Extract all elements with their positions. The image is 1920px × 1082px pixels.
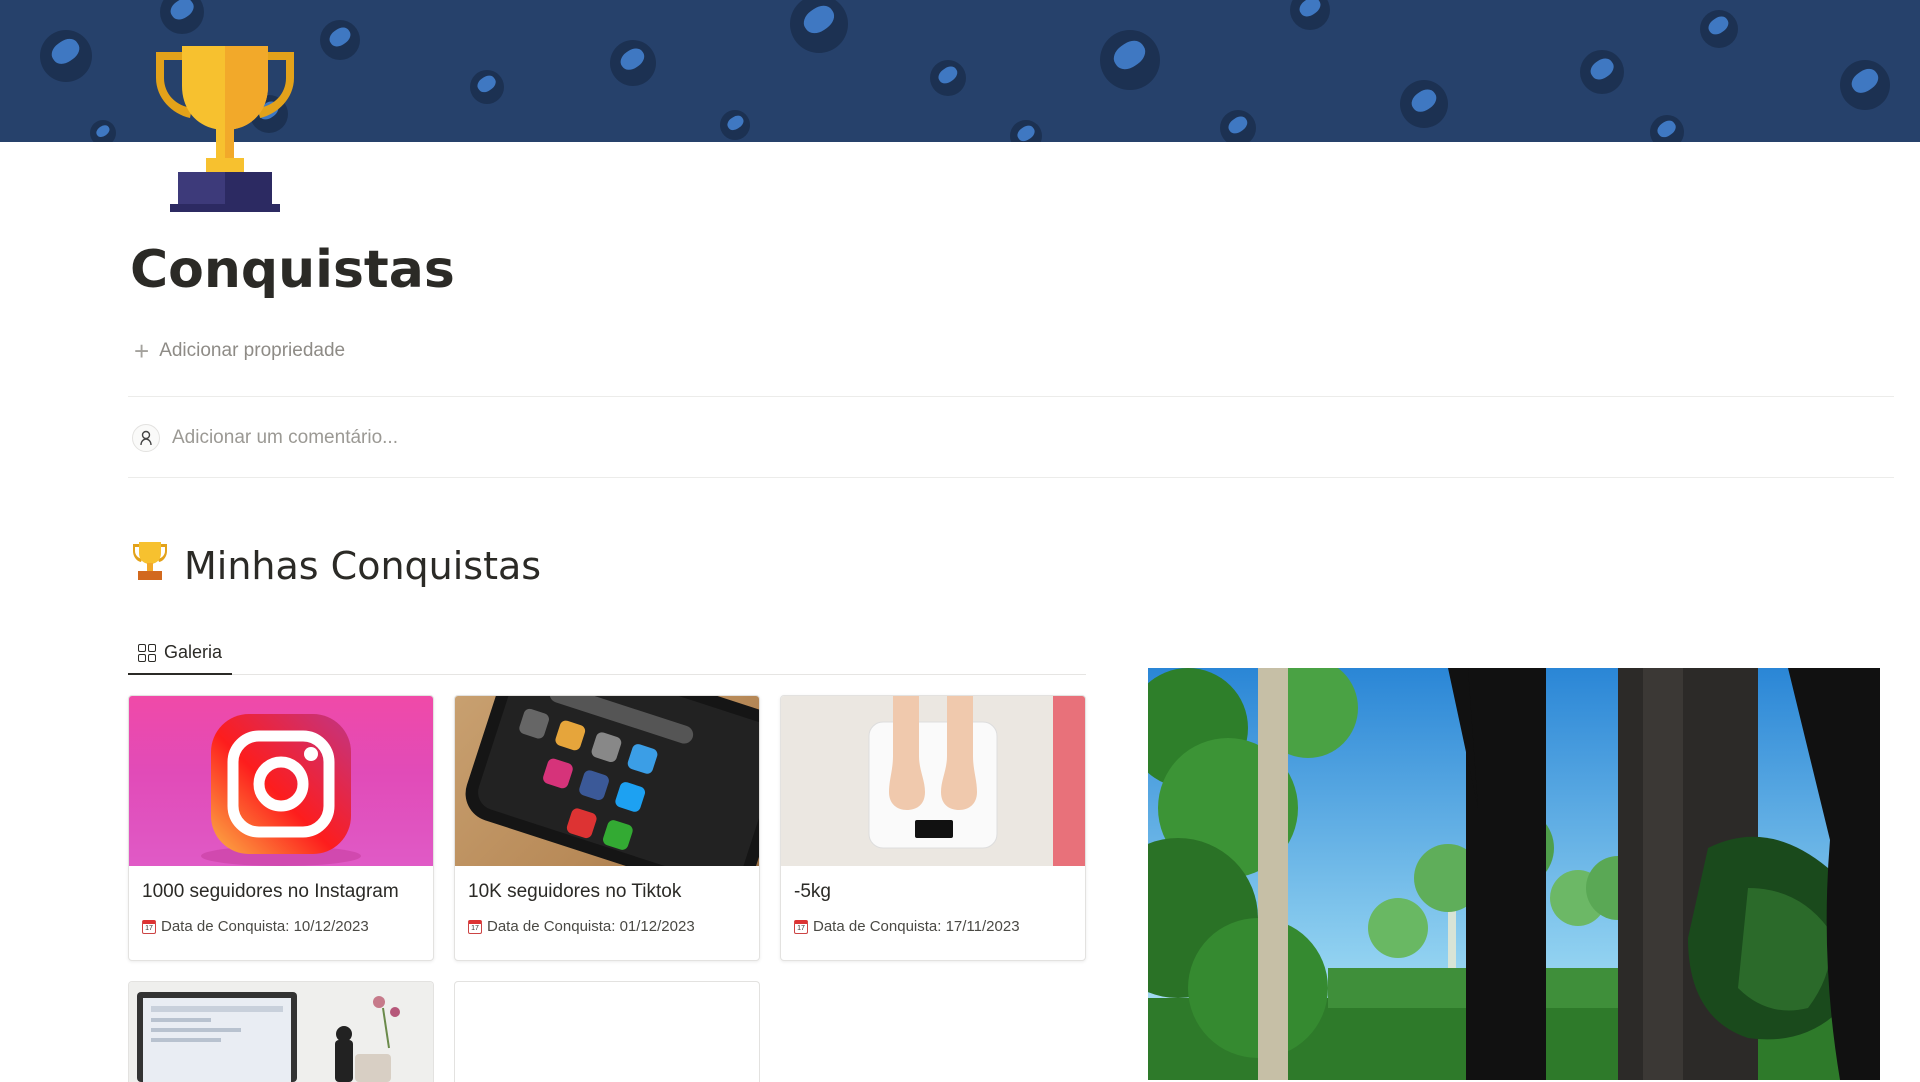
- view-tabs: Galeria: [128, 632, 1086, 675]
- gallery-card[interactable]: [454, 981, 760, 1082]
- avatar: [132, 424, 160, 452]
- divider: [128, 396, 1894, 397]
- card-date-property: 17 Data de Conquista: 01/12/2023: [468, 918, 695, 935]
- gallery-card[interactable]: [128, 981, 434, 1082]
- embedded-forest-image[interactable]: [1148, 668, 1880, 1080]
- calendar-icon: 17: [794, 919, 808, 934]
- cover-pattern-dot: [320, 20, 360, 60]
- comment-input[interactable]: Adicionar um comentário...: [132, 424, 398, 452]
- cover-pattern-dot: [1840, 60, 1890, 110]
- gallery-card[interactable]: -5kg 17 Data de Conquista: 17/11/2023: [780, 695, 1086, 961]
- cover-pattern-dot: [40, 30, 92, 82]
- cover-pattern-dot: [1010, 120, 1042, 142]
- tab-galeria[interactable]: Galeria: [128, 632, 233, 675]
- cover-pattern-dot: [930, 60, 966, 96]
- cover-pattern-dot: [1100, 30, 1160, 90]
- cover-pattern-dot: [90, 120, 116, 142]
- plus-icon: +: [134, 336, 150, 366]
- cover-pattern-dot: [1650, 115, 1684, 142]
- page-title[interactable]: Conquistas: [130, 240, 455, 300]
- cover-pattern-dot: [1700, 10, 1738, 48]
- comment-placeholder: Adicionar um comentário...: [172, 427, 398, 448]
- cover-pattern-dot: [1290, 0, 1330, 30]
- cover-pattern-dot: [720, 110, 750, 140]
- user-avatar-icon: [140, 430, 152, 446]
- cover-pattern-dot: [1580, 50, 1624, 94]
- trophy-icon: [130, 540, 170, 591]
- instagram-logo-image: [129, 696, 433, 866]
- cover-pattern-dot: [790, 0, 848, 53]
- card-date-text: Data de Conquista: 01/12/2023: [487, 918, 695, 935]
- cover-pattern-dot: [610, 40, 656, 86]
- feet-on-scale-image: [781, 696, 1085, 866]
- trophy-icon[interactable]: [150, 40, 300, 215]
- cover-pattern-dot: [160, 0, 204, 34]
- cover-pattern-dot: [1400, 80, 1448, 128]
- card-date-text: Data de Conquista: 10/12/2023: [161, 918, 369, 935]
- tab-label: Galeria: [164, 642, 223, 662]
- laptop-desk-image: [129, 982, 433, 1082]
- cover-pattern-dot: [1220, 110, 1256, 142]
- section-heading-text: Minhas Conquistas: [184, 543, 542, 588]
- card-date-property: 17 Data de Conquista: 17/11/2023: [794, 918, 1020, 935]
- card-title: 10K seguidores no Tiktok: [468, 881, 682, 902]
- card-title: -5kg: [794, 881, 831, 902]
- calendar-icon: 17: [468, 919, 482, 934]
- gallery-card[interactable]: 1000 seguidores no Instagram 17 Data de …: [128, 695, 434, 961]
- section-heading[interactable]: Minhas Conquistas: [130, 540, 541, 591]
- divider: [128, 477, 1894, 478]
- gallery-grid-icon: [138, 643, 156, 662]
- calendar-icon: 17: [142, 919, 156, 934]
- card-title: 1000 seguidores no Instagram: [142, 881, 399, 902]
- card-date-text: Data de Conquista: 17/11/2023: [813, 918, 1020, 935]
- add-property-button[interactable]: + Adicionar propriedade: [134, 338, 345, 364]
- phone-social-media-image: [455, 696, 759, 866]
- gallery-card[interactable]: 10K seguidores no Tiktok 17 Data de Conq…: [454, 695, 760, 961]
- cover-pattern-dot: [470, 70, 504, 104]
- add-property-label: Adicionar propriedade: [159, 340, 346, 361]
- card-date-property: 17 Data de Conquista: 10/12/2023: [142, 918, 369, 935]
